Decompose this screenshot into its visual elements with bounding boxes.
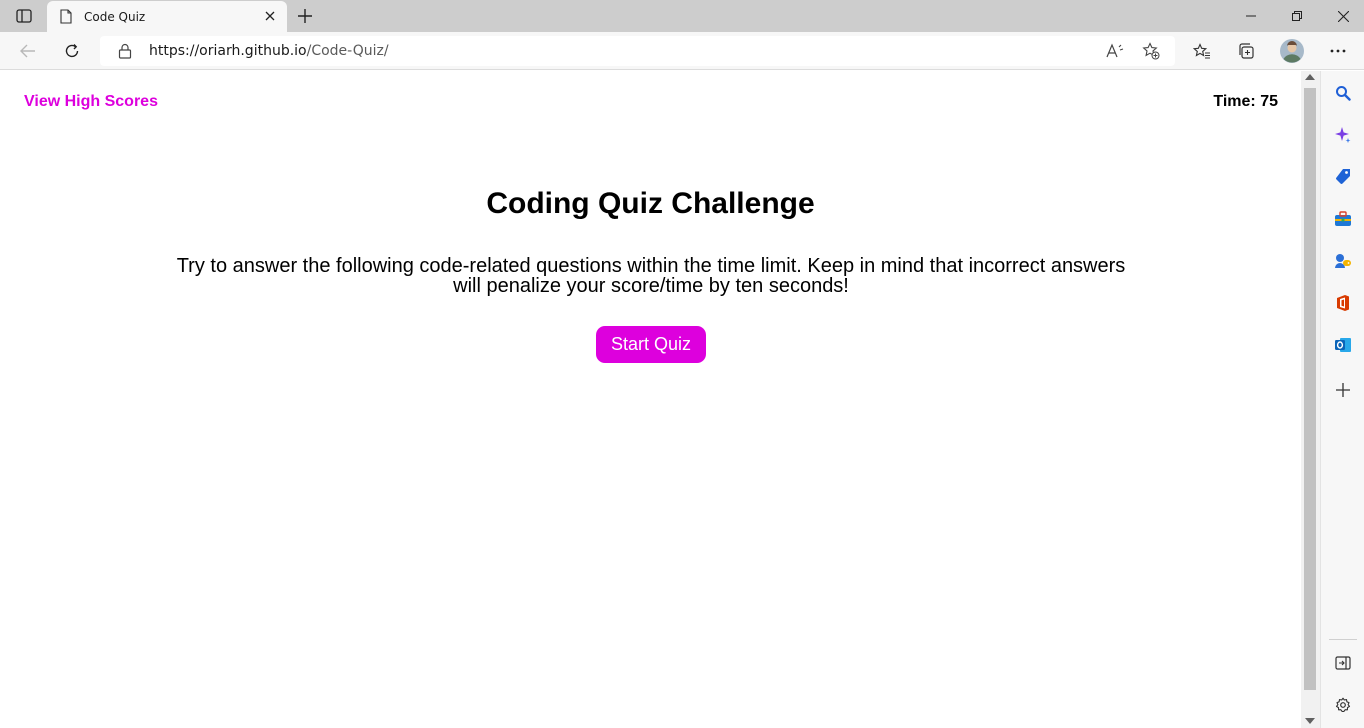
new-tab-button[interactable] [293,4,317,28]
sidebar-games-button[interactable] [1332,250,1354,272]
favorites-button[interactable] [1188,37,1216,65]
back-button[interactable] [14,37,42,65]
close-tab-button[interactable] [262,8,278,24]
outlook-icon [1335,338,1351,352]
shopping-tag-icon [1336,169,1350,184]
lock-icon [118,43,132,59]
games-icon [1335,254,1351,268]
restore-icon [1292,11,1302,21]
settings-button[interactable] [1332,694,1354,716]
office-icon [1337,295,1349,311]
gear-icon [1335,697,1351,713]
scroll-down-arrow[interactable] [1305,718,1315,724]
search-icon [1336,86,1351,101]
view-high-scores-link[interactable]: View High Scores [24,93,158,111]
hide-sidebar-button[interactable] [1332,652,1354,674]
collections-button[interactable] [1232,37,1260,65]
sidebar-tools-button[interactable] [1332,208,1354,230]
instructions-line-1: Try to answer the following code-related… [176,255,1126,277]
sidebar-divider [1329,639,1357,640]
close-window-button[interactable] [1320,0,1364,32]
tab-title: Code Quiz [84,9,146,24]
sidebar-office-button[interactable] [1332,292,1354,314]
restore-button[interactable] [1274,0,1320,32]
collections-icon [1239,43,1254,59]
refresh-button[interactable] [58,37,86,65]
refresh-icon [65,44,79,58]
url-host: https://oriarh.github.io [149,43,307,59]
sidebar-search-button[interactable] [1332,82,1354,104]
minimize-icon [1246,15,1256,17]
read-aloud-icon [1106,43,1124,58]
read-aloud-button[interactable] [1105,41,1125,61]
timer-display: Time: 75 [1213,93,1278,110]
close-window-icon [1337,10,1349,22]
page-viewport: View High Scores Time: 75 Coding Quiz Ch… [0,71,1301,728]
avatar [1280,39,1304,63]
tab-actions-icon [16,9,32,23]
more-button[interactable] [1324,37,1352,65]
favorites-icon [1193,43,1210,59]
title-bar: Code Quiz [0,0,1364,32]
scroll-up-arrow[interactable] [1305,74,1315,80]
sidebar-add-button[interactable] [1332,379,1354,401]
tools-icon [1335,211,1351,226]
add-favorite-button[interactable] [1141,41,1161,61]
start-quiz-button[interactable]: Start Quiz [596,326,706,363]
active-tab[interactable]: Code Quiz [47,1,287,32]
arrow-left-icon [20,44,35,58]
address-bar[interactable]: https://oriarh.github.io/Code-Quiz/ [100,36,1175,66]
add-icon [1336,383,1350,397]
url-path: /Code-Quiz/ [306,43,389,59]
quiz-instructions: Try to answer the following code-related… [170,256,1132,296]
plus-icon [298,9,312,23]
browser-toolbar: https://oriarh.github.io/Code-Quiz/ [0,32,1364,70]
edge-sidebar [1320,71,1364,728]
minimize-button[interactable] [1228,0,1274,32]
page-scrollbar[interactable] [1301,71,1320,728]
sidebar-outlook-button[interactable] [1332,334,1354,356]
hide-sidebar-icon [1335,656,1351,670]
url-text[interactable]: https://oriarh.github.io/Code-Quiz/ [149,43,389,59]
more-icon [1330,49,1346,53]
profile-button[interactable] [1278,37,1306,65]
tab-actions-button[interactable] [10,5,38,27]
page-icon [59,9,73,25]
scroll-thumb[interactable] [1304,88,1316,690]
page-title: Coding Quiz Challenge [486,187,815,220]
star-add-icon [1142,42,1160,60]
instructions-line-2: will penalize your score/time by ten sec… [453,275,849,297]
sidebar-copilot-button[interactable] [1332,124,1354,146]
close-icon [265,11,275,21]
copilot-icon [1335,127,1351,143]
sidebar-shopping-button[interactable] [1332,166,1354,188]
